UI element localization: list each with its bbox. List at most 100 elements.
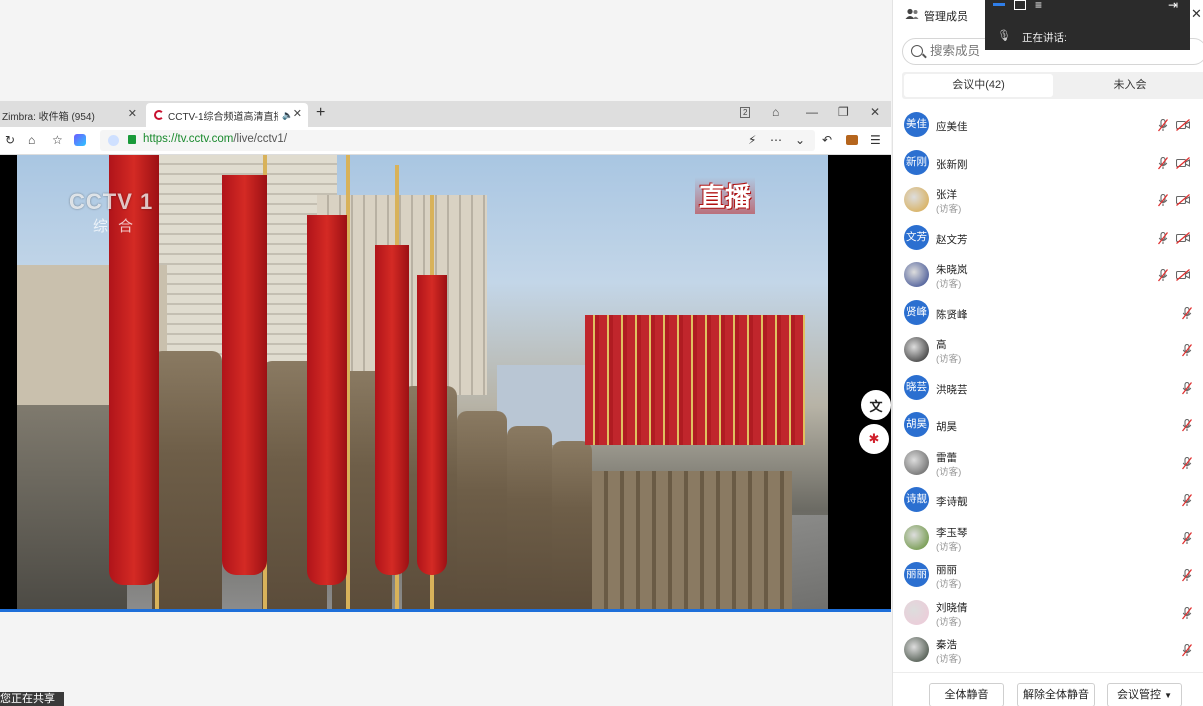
- avatar: [904, 449, 929, 475]
- soldier: [152, 351, 222, 611]
- tab-count-badge[interactable]: 2: [740, 107, 751, 118]
- more-icon[interactable]: ⋯: [770, 133, 782, 147]
- close-window-icon[interactable]: ✕: [870, 105, 880, 119]
- live-video-player[interactable]: CCTV 1 综合 直播: [17, 155, 828, 611]
- mic-muted-icon[interactable]: [1182, 606, 1192, 620]
- member-row[interactable]: 朱晓岚 (访客): [893, 257, 1203, 295]
- bookmark-star-icon[interactable]: ☆: [52, 133, 63, 147]
- cctv-channel-logo: CCTV 1: [69, 189, 154, 214]
- member-row[interactable]: 文芳 赵文芳: [893, 220, 1203, 258]
- minimize-icon[interactable]: —: [806, 105, 818, 119]
- member-row[interactable]: 秦浩 (访客): [893, 632, 1203, 670]
- avatar: 美佳: [904, 112, 929, 137]
- mic-muted-icon[interactable]: [1158, 119, 1168, 132]
- close-panel-icon[interactable]: ✕: [1191, 6, 1202, 22]
- mic-muted-icon[interactable]: [1182, 381, 1192, 395]
- gift-icon[interactable]: ⌂: [772, 105, 779, 119]
- member-name: 赵文芳: [936, 233, 968, 246]
- translate-icon[interactable]: 文: [861, 390, 891, 420]
- member-row[interactable]: 胡昊 胡昊: [893, 407, 1203, 445]
- mic-muted-icon[interactable]: [1182, 306, 1192, 320]
- member-row[interactable]: 贤峰 陈贤峰: [893, 295, 1203, 333]
- plugin-icon[interactable]: ✱: [859, 424, 889, 454]
- red-flag: [375, 245, 409, 575]
- minimize-bar-icon[interactable]: [993, 3, 1005, 6]
- member-row[interactable]: 张洋 (访客): [893, 182, 1203, 220]
- panel-bottom-bar: 全体静音 解除全体静音 会议管控 ▼: [893, 672, 1203, 706]
- mic-muted-icon[interactable]: [1182, 494, 1192, 507]
- tab-in-meeting[interactable]: 会议中(42): [904, 74, 1053, 97]
- member-row[interactable]: 雷蕾 (访客): [893, 445, 1203, 483]
- tab-cctv[interactable]: CCTV-1综合频道高清直播 🔈 ✕: [146, 103, 308, 127]
- member-name: 雷蕾: [936, 451, 957, 464]
- member-row[interactable]: 刘晓倩 (访客): [893, 595, 1203, 633]
- member-name: 张洋: [936, 189, 957, 201]
- mic-muted-icon[interactable]: [1158, 269, 1168, 282]
- url-host: https://tv.cctv.com: [143, 133, 234, 145]
- mic-muted-icon[interactable]: [1158, 194, 1168, 207]
- list-icon[interactable]: ≡: [1035, 0, 1042, 12]
- mic-muted-icon[interactable]: [1182, 569, 1192, 582]
- camera-off-icon[interactable]: [1176, 194, 1190, 206]
- panel-title: 管理成员: [924, 11, 968, 23]
- speaking-overlay[interactable]: ≡ ⇥ 🎙 正在讲话:: [985, 0, 1190, 50]
- guest-tag: (访客): [936, 616, 962, 628]
- lightning-icon[interactable]: ⚡: [748, 133, 756, 147]
- member-row[interactable]: 高 (访客): [893, 332, 1203, 370]
- avatar: [904, 599, 929, 625]
- mic-muted-icon[interactable]: [1182, 344, 1192, 357]
- mic-muted-icon[interactable]: [1182, 419, 1192, 432]
- mic-muted-icon[interactable]: [1182, 456, 1192, 470]
- tab-zimbra[interactable]: Zimbra: 收件箱 (954) ✕: [0, 103, 143, 127]
- sharing-indicator: 您正在共享: [0, 692, 64, 706]
- new-tab-button[interactable]: +: [316, 104, 325, 122]
- ai-icon[interactable]: [74, 134, 86, 146]
- guest-tag: (访客): [936, 354, 962, 365]
- meeting-controls-button[interactable]: 会议管控 ▼: [1107, 683, 1182, 706]
- member-name: 高: [936, 339, 947, 351]
- close-icon[interactable]: ✕: [128, 107, 137, 120]
- cctv-favicon-icon: [154, 110, 164, 120]
- window-icon[interactable]: [1014, 0, 1026, 10]
- mic-muted-icon[interactable]: [1158, 156, 1168, 170]
- menu-icon[interactable]: ☰: [870, 133, 881, 147]
- member-name: 胡昊: [936, 421, 957, 433]
- caret-down-icon: ▼: [1164, 691, 1172, 700]
- avatar: 诗靓: [904, 487, 929, 512]
- collapse-icon[interactable]: ⇥: [1168, 0, 1178, 12]
- video-progress-bar[interactable]: [0, 609, 891, 612]
- guest-tag: (访客): [936, 541, 962, 553]
- unmute-all-button[interactable]: 解除全体静音: [1017, 683, 1095, 706]
- mute-all-button[interactable]: 全体静音: [929, 683, 1004, 706]
- restore-icon[interactable]: ❐: [838, 105, 849, 119]
- avatar: 丽丽: [904, 562, 929, 587]
- camera-off-icon[interactable]: [1176, 231, 1190, 244]
- refresh-icon[interactable]: ↻: [5, 133, 15, 147]
- mic-muted-icon[interactable]: [1158, 231, 1168, 245]
- tab-not-joined[interactable]: 未入会: [1055, 74, 1203, 97]
- chevron-down-icon[interactable]: ⌄: [795, 133, 805, 147]
- soldier-column: [592, 471, 792, 611]
- undo-icon[interactable]: ↶: [822, 133, 832, 147]
- camera-off-icon[interactable]: [1176, 156, 1190, 169]
- avatar: 贤峰: [904, 299, 929, 325]
- member-name: 洪晓芸: [936, 383, 968, 396]
- url-field[interactable]: https://tv.cctv.com/live/cctv1/: [100, 130, 815, 151]
- member-row[interactable]: 诗靓 李诗靓: [893, 482, 1203, 520]
- briefcase-icon[interactable]: [846, 135, 858, 145]
- camera-off-icon[interactable]: [1176, 119, 1190, 131]
- member-row[interactable]: 新刚 张新刚: [893, 145, 1203, 183]
- home-icon[interactable]: ⌂: [28, 133, 35, 147]
- speaker-icon[interactable]: 🔈: [282, 110, 293, 121]
- mic-muted-icon[interactable]: [1182, 531, 1192, 545]
- member-row[interactable]: 丽丽 丽丽 (访客): [893, 557, 1203, 595]
- camera-off-icon[interactable]: [1176, 269, 1190, 281]
- member-row[interactable]: 李玉琴 (访客): [893, 520, 1203, 558]
- tab-title: CCTV-1综合频道高清直播: [168, 111, 278, 123]
- mic-muted-icon[interactable]: [1182, 644, 1192, 657]
- close-icon[interactable]: ✕: [293, 107, 302, 120]
- member-row[interactable]: 晓芸 洪晓芸: [893, 370, 1203, 408]
- member-name: 张新刚: [936, 158, 968, 171]
- live-badge: 直播: [695, 177, 756, 214]
- member-row[interactable]: 美佳 应美佳: [893, 107, 1203, 145]
